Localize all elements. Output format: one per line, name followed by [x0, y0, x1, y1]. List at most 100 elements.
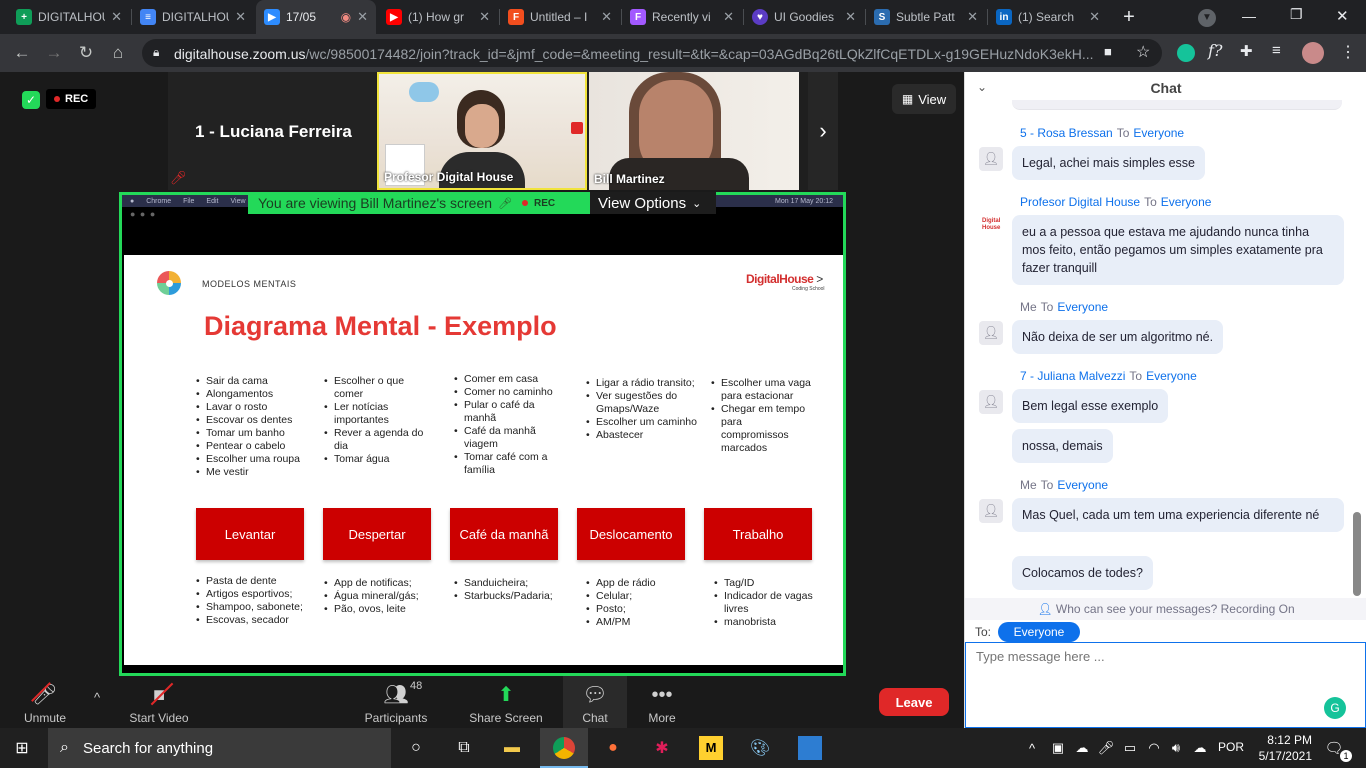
participant-tile[interactable]: Bill Martinez	[589, 72, 799, 190]
browser-tab[interactable]: ▶ (1) How gr ✕	[378, 0, 498, 34]
restore-icon[interactable]: ❐	[1290, 6, 1303, 23]
paint-icon[interactable]: 🎨︎	[748, 736, 772, 760]
photos-icon[interactable]	[798, 736, 822, 760]
firefox-icon[interactable]: ●	[601, 736, 625, 760]
reload-icon[interactable]: ↻	[74, 41, 98, 65]
tab-search-icon[interactable]: ▼	[1198, 9, 1216, 27]
close-window-icon[interactable]: ✕	[1336, 7, 1349, 25]
start-video-button[interactable]: ■ Start Video	[124, 676, 194, 728]
close-icon[interactable]: ✕	[235, 9, 246, 25]
address-bar[interactable]: 🔒︎ digitalhouse.zoom.us/wc/98500174482/j…	[142, 39, 1162, 67]
recipient-select[interactable]: Everyone	[998, 622, 1080, 642]
participant-tile[interactable]: Profesor Digital House	[377, 72, 587, 190]
extensions-icon[interactable]: ✚	[1240, 42, 1253, 60]
chrome-taskbar-button[interactable]	[540, 728, 588, 768]
chat-button[interactable]: 💬︎ Chat	[563, 676, 627, 728]
close-icon[interactable]: ✕	[723, 9, 734, 25]
browser-tab[interactable]: + DIGITALHOUSE ✕	[8, 0, 130, 34]
language-indicator[interactable]: POR	[1218, 740, 1244, 754]
chevron-up-icon[interactable]: ^	[1020, 736, 1044, 760]
browser-tab-active[interactable]: ▶ 17/05 ◉ ✕	[256, 0, 376, 34]
sender-name: Profesor Digital House	[1020, 195, 1141, 209]
message-input[interactable]	[966, 643, 1365, 727]
back-icon[interactable]: ←	[10, 41, 34, 65]
battery-icon[interactable]: ▭	[1118, 736, 1142, 760]
banner-rec-label: REC	[534, 197, 556, 209]
home-icon[interactable]: ⌂	[106, 41, 130, 65]
volume-icon[interactable]: 🔊︎	[1164, 736, 1188, 760]
list-item: Posto;	[586, 603, 696, 616]
message-header: Profesor Digital House To Everyone	[1020, 195, 1211, 209]
previous-message-bubble	[1012, 100, 1342, 110]
browser-tab[interactable]: S Subtle Patt ✕	[866, 0, 986, 34]
bookmark-star-icon[interactable]: ☆	[1136, 42, 1150, 62]
tab-label: UI Goodies	[774, 10, 835, 24]
slack-icon[interactable]: ✱	[650, 736, 674, 760]
sender-name: 5 - Rosa Bressan	[1020, 126, 1113, 140]
chevron-up-icon[interactable]: ^	[94, 690, 100, 705]
participants-button[interactable]: 👥︎ Participants	[358, 676, 434, 728]
view-button[interactable]: ▦ View	[892, 84, 956, 114]
clock[interactable]: 8:12 PM 5/17/2021	[1252, 732, 1312, 764]
list-item: Pular o café da manhã	[454, 399, 554, 425]
close-icon[interactable]: ✕	[967, 9, 978, 25]
close-icon[interactable]: ✕	[601, 9, 612, 25]
camera-icon[interactable]: ■	[1104, 44, 1112, 59]
active-speaker-tile[interactable]: 1 - Luciana Ferreira 🎤︎	[168, 72, 376, 190]
chat-scrollbar[interactable]	[1353, 512, 1361, 596]
profile-avatar[interactable]	[1302, 42, 1324, 64]
leave-button[interactable]: Leave	[879, 688, 949, 716]
grammarly-icon[interactable]: G	[1324, 697, 1346, 719]
next-page-arrow-icon[interactable]: ›	[808, 72, 838, 190]
taskbar-search[interactable]: ⌕ Search for anything	[48, 728, 391, 768]
view-options-button[interactable]: View Options ⌄	[590, 192, 716, 214]
unmute-button[interactable]: 🎤︎ Unmute	[16, 676, 74, 728]
close-icon[interactable]: ✕	[1089, 9, 1100, 25]
function-icon[interactable]: f?	[1208, 41, 1223, 60]
media-control-icon[interactable]: ≡	[1272, 42, 1281, 59]
shield-icon[interactable]: ✓	[22, 91, 40, 109]
recording-indicator[interactable]: REC	[46, 89, 97, 109]
shared-screen[interactable]: ● Chrome File Edit View Mon 17 May 20:12…	[119, 192, 846, 676]
mac-menu-item: Edit	[206, 197, 219, 205]
close-icon[interactable]: ✕	[357, 9, 368, 25]
wifi-icon[interactable]: ◠	[1142, 736, 1166, 760]
resource-list: Pasta de dente Artigos esportivos; Shamp…	[196, 575, 316, 627]
meet-now-icon[interactable]: ▣	[1046, 736, 1070, 760]
microphone-icon[interactable]: 🎤︎	[1094, 736, 1118, 760]
browser-tab[interactable]: ≡ DIGITALHOUSE ✕	[132, 0, 254, 34]
new-tab-icon[interactable]: +	[1118, 6, 1140, 28]
close-icon[interactable]: ✕	[111, 9, 122, 25]
more-label: More	[648, 711, 676, 725]
user-avatar-icon: 👤︎	[979, 499, 1003, 523]
rec-label: REC	[65, 93, 89, 105]
grammarly-icon[interactable]	[1177, 44, 1195, 62]
task-view-icon[interactable]: ⧉	[452, 736, 476, 760]
share-screen-icon: ⬆	[497, 684, 515, 706]
minimize-icon[interactable]: —	[1242, 8, 1256, 24]
message-input-box[interactable]: G	[965, 642, 1366, 728]
lock-icon[interactable]: 🔒︎	[153, 45, 159, 60]
cortana-icon[interactable]: ○	[404, 736, 428, 760]
browser-tab[interactable]: in (1) Search ✕	[988, 0, 1108, 34]
close-icon[interactable]: ✕	[845, 9, 856, 25]
browser-tab[interactable]: F Untitled – I ✕	[500, 0, 620, 34]
cloud-sync-icon[interactable]: ☁	[1188, 736, 1212, 760]
close-icon[interactable]: ✕	[479, 9, 490, 25]
list-item: Escovas, secador	[196, 614, 316, 627]
youtube-icon: ▶	[386, 9, 402, 25]
privacy-note[interactable]: 👤︎ Who can see your messages? Recording …	[965, 598, 1366, 620]
onedrive-icon[interactable]: ☁	[1070, 736, 1094, 760]
browser-tab[interactable]: F Recently vi ✕	[622, 0, 742, 34]
list-item: Escolher uma vaga para estacionar	[711, 377, 811, 403]
brand-sub: Coding School	[792, 286, 825, 292]
miro-icon[interactable]: M	[699, 736, 723, 760]
browser-tab[interactable]: ♥ UI Goodies ✕	[744, 0, 864, 34]
file-explorer-icon[interactable]: ▬	[500, 736, 524, 760]
menu-kebab-icon[interactable]: ⋮	[1340, 42, 1356, 62]
more-button[interactable]: ••• More	[638, 676, 686, 728]
forward-icon[interactable]: →	[42, 41, 66, 65]
share-screen-button[interactable]: ⬆ Share Screen	[464, 676, 548, 728]
start-video-label: Start Video	[129, 711, 189, 725]
windows-start-icon[interactable]: ⊞	[10, 736, 34, 760]
